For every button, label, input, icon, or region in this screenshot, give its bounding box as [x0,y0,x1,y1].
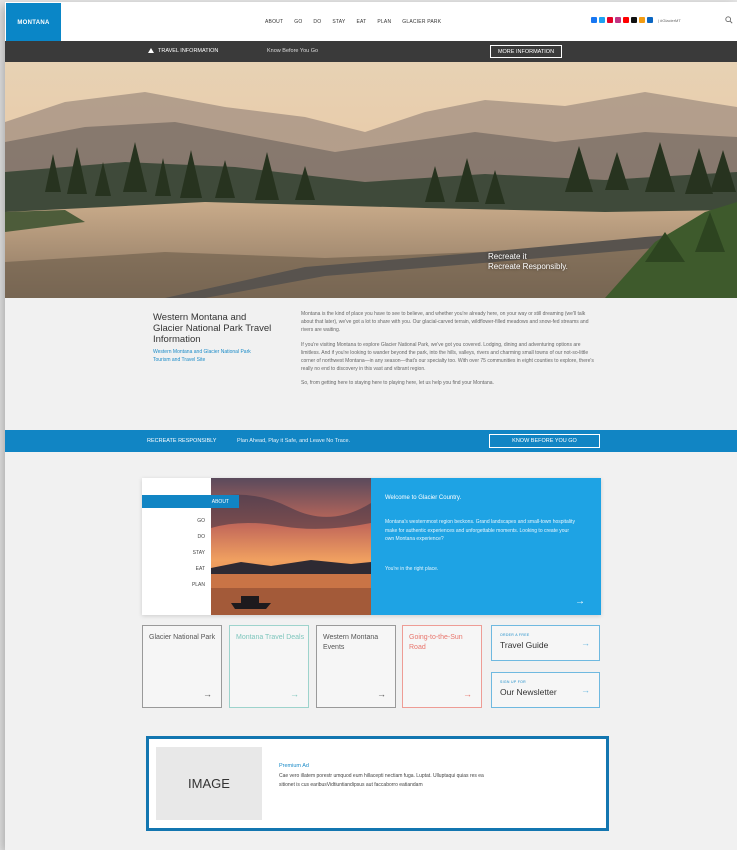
tile-glacier-national-park[interactable]: Glacier National Park → [142,625,222,708]
intro-paragraph: Montana is the kind of place you have to… [301,311,589,334]
menu-item-stay[interactable]: STAY [193,550,205,556]
menu-item-plan[interactable]: PLAN [192,582,205,588]
tile-montana-travel-deals[interactable]: Montana Travel Deals → [229,625,309,708]
rss-icon[interactable] [639,17,645,23]
travel-info-label: TRAVEL INFORMATION [158,48,219,54]
site-header: MONTANA ABOUT GO DO STAY EAT PLAN GLACIE… [5,2,737,42]
hashtag-label: | #GlacierMT [658,17,681,23]
search-icon[interactable] [725,16,733,24]
nav-glacier-park[interactable]: GLACIER PARK [402,19,441,25]
newsletter-kicker: SIGN UP FOR [500,680,526,684]
nav-go[interactable]: GO [294,19,302,25]
intro-paragraph: So, from getting here to staying here to… [301,380,494,387]
hero-tagline: Recreate it Recreate Responsibly. [488,252,568,272]
intro-paragraph: If you're visiting Montana to explore Gl… [301,341,594,373]
page-title: Western Montana and Glacier National Par… [153,312,272,345]
arrow-right-icon: → [377,689,386,699]
recreate-responsibly-bar: RECREATE RESPONSIBLY Plan Ahead, Play it… [5,430,737,452]
menu-item-about[interactable]: ABOUT [142,495,239,508]
linkedin-icon[interactable] [647,17,653,23]
tile-label: Glacier National Park [149,634,216,641]
ad-image-placeholder: IMAGE [156,747,262,820]
warning-icon [148,48,154,53]
main-nav: ABOUT GO DO STAY EAT PLAN GLACIER PARK [265,19,441,25]
travel-guide-kicker: ORDER A FREE [500,633,530,637]
welcome-text-panel: Welcome to Glacier Country. Montana's we… [371,478,601,615]
newsletter-label: Our Newsletter [500,687,557,697]
hero-tagline-line-1: Recreate it [488,252,527,261]
arrow-right-icon: → [581,685,590,695]
welcome-title: Welcome to Glacier Country. [385,495,462,501]
more-information-button[interactable]: MORE INFORMATION [490,45,562,58]
facebook-icon[interactable] [591,17,597,23]
ad-title: Premium Ad [279,763,309,769]
hero-image: Recreate it Recreate Responsibly. [5,62,737,298]
travel-guide-tile[interactable]: ORDER A FREE Travel Guide → [491,625,600,661]
instagram-icon[interactable] [615,17,621,23]
travel-info-bar: TRAVEL INFORMATION Know Before You Go MO… [5,41,737,62]
nav-about[interactable]: ABOUT [265,19,283,25]
ad-body: Cae vero illatem porestr umquod eum hill… [279,773,484,788]
montana-logo[interactable]: MONTANA [6,3,61,42]
welcome-menu: ABOUT GO DO STAY EAT PLAN [142,478,239,615]
arrow-right-icon: → [203,689,212,699]
welcome-right-place: You're in the right place. [385,566,439,572]
tile-western-montana-events[interactable]: Western Montana Events → [316,625,396,708]
tile-label: Western Montana Events [323,634,379,651]
menu-item-eat[interactable]: EAT [196,566,205,572]
twitter-icon[interactable] [599,17,605,23]
social-links: | #GlacierMT [591,17,681,23]
arrow-right-icon: → [581,638,590,648]
travel-guide-label: Travel Guide [500,640,549,650]
tile-going-to-the-sun-road[interactable]: Going-to-the-Sun Road → [402,625,482,708]
menu-item-go[interactable]: GO [197,518,205,524]
page: MONTANA ABOUT GO DO STAY EAT PLAN GLACIE… [5,2,737,850]
page-subtitle-link[interactable]: Western Montana and Glacier National Par… [153,348,253,364]
pinterest-icon[interactable] [607,17,613,23]
nav-stay[interactable]: STAY [332,19,345,25]
nav-plan[interactable]: PLAN [377,19,391,25]
intro-body: Montana is the kind of place you have to… [301,310,597,394]
premium-ad[interactable]: IMAGE Premium Ad Cae vero illatem porest… [146,736,609,831]
welcome-card: ABOUT GO DO STAY EAT PLAN Welcome to Gla… [142,478,601,615]
tile-label: Going-to-the-Sun Road [409,634,463,651]
river-landscape-image [5,62,737,298]
recreate-text: Plan Ahead, Play it Safe, and Leave No T… [237,438,351,444]
know-before-text: Know Before You Go [267,48,319,54]
arrow-right-icon: → [463,689,472,699]
hero-tagline-line-2: Recreate Responsibly. [488,262,568,271]
logo-text: MONTANA [17,19,50,26]
youtube-icon[interactable] [623,17,629,23]
newsletter-tile[interactable]: SIGN UP FOR Our Newsletter → [491,672,600,708]
nav-eat[interactable]: EAT [356,19,366,25]
tile-label: Montana Travel Deals [236,634,305,641]
know-before-you-go-button[interactable]: KNOW BEFORE YOU GO [489,434,600,448]
recreate-label: RECREATE RESPONSIBLY [147,438,217,444]
welcome-body: Montana's westernmost region beckons. Gr… [385,519,575,542]
arrow-right-icon: → [290,689,299,699]
menu-item-do[interactable]: DO [198,534,206,540]
tiktok-icon[interactable] [631,17,637,23]
nav-do[interactable]: DO [313,19,321,25]
arrow-right-icon[interactable]: → [575,596,585,607]
